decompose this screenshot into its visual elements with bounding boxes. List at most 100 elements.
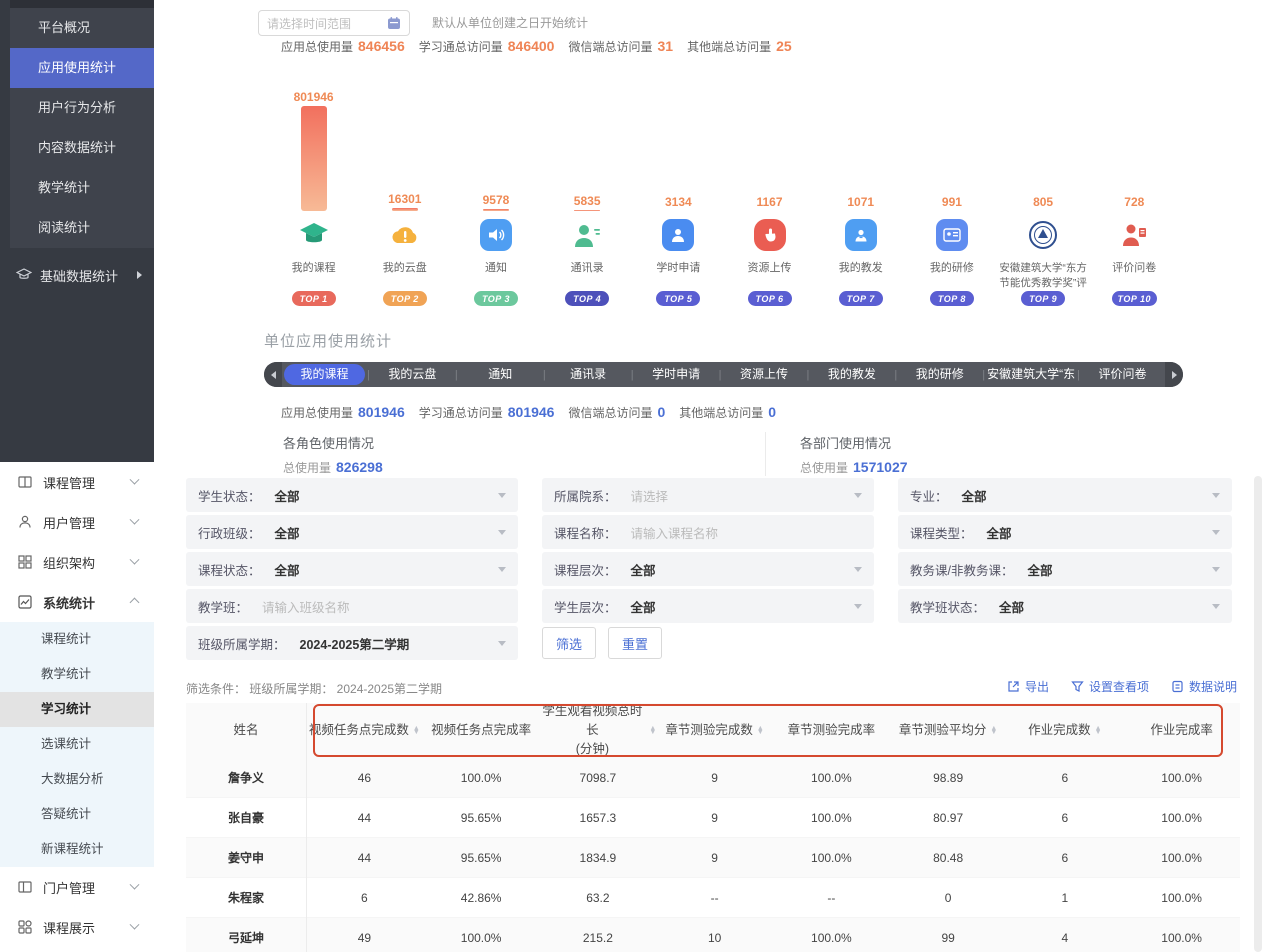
sidebar-item-label: 课程展示 — [43, 918, 95, 937]
table-cell: 6 — [1007, 771, 1124, 785]
sidebar-subitem-teaching-stats[interactable]: 教学统计 — [0, 657, 154, 692]
tab-scroll-left-button[interactable] — [264, 362, 282, 387]
tab-my-cloud[interactable]: 我的云盘 — [372, 364, 453, 385]
sidebar-clipped-item — [10, 0, 154, 8]
section-title-unit-app-usage: 单位应用使用统计 — [264, 330, 392, 351]
student-status-select[interactable]: 学生状态：全部 — [186, 478, 518, 512]
teaching-class-input[interactable]: 教学班：请输入班级名称 — [186, 589, 518, 623]
sidebar-item-content-data[interactable]: 内容数据统计 — [10, 128, 154, 168]
sidebar-item-org-structure[interactable]: 组织架构 — [0, 542, 154, 582]
export-icon — [1007, 680, 1020, 693]
speaker-icon — [480, 219, 512, 251]
tab-notifications[interactable]: 通知 — [460, 364, 541, 385]
semester-select[interactable]: 班级所属学期：2024-2025第二学期 — [186, 626, 518, 660]
overall-usage-stats: 应用总使用量846456 学习通总访问量846400 微信端总访问量31 其他端… — [281, 36, 806, 56]
tab-teacher-dev[interactable]: 我的教发 — [811, 364, 892, 385]
col-chapter-quiz-avg[interactable]: 章节测验平均分▲▼ — [890, 721, 1007, 740]
chevron-up-icon — [130, 597, 140, 607]
app-label: 通讯录 — [571, 261, 604, 291]
table-cell: 215.2 — [540, 931, 657, 945]
table-cell: 1834.9 — [540, 851, 657, 865]
sidebar-subitem-new-course-stats[interactable]: 新课程统计 — [0, 832, 154, 867]
page-scrollbar-thumb[interactable] — [1254, 476, 1262, 952]
tab-university-award[interactable]: 安徽建筑大学“东 — [987, 364, 1075, 385]
bar-value: 5835 — [574, 194, 601, 208]
cell-name: 姜守申 — [186, 849, 306, 866]
admin-class-select[interactable]: 行政班级：全部 — [186, 515, 518, 549]
sidebar-item-base-data-stats[interactable]: 基础数据统计 — [0, 255, 154, 295]
chevron-down-icon — [1212, 493, 1220, 498]
filter-button[interactable]: 筛选 — [542, 627, 596, 659]
arrow-left-icon — [271, 371, 276, 379]
sort-icon[interactable]: ▲▼ — [757, 727, 764, 735]
top-badge: TOP 9 — [1021, 291, 1065, 306]
academic-course-select[interactable]: 教务课/非教务课：全部 — [898, 552, 1232, 586]
data-description-button[interactable]: 数据说明 — [1171, 678, 1237, 695]
sidebar-item-teaching-stats[interactable]: 教学统计 — [10, 168, 154, 208]
chart-column: 1071 我的教发 TOP 7 — [815, 90, 906, 306]
col-homework-rate: 作业完成率 — [1123, 721, 1240, 740]
sort-icon[interactable]: ▲▼ — [1095, 727, 1102, 735]
chevron-down-icon — [130, 919, 140, 929]
tab-scroll-right-button[interactable] — [1165, 362, 1183, 387]
col-video-tasks-done[interactable]: 视频任务点完成数▲▼ — [306, 721, 423, 740]
col-name: 姓名 — [186, 721, 306, 740]
sidebar-item-reading-stats[interactable]: 阅读统计 — [10, 208, 154, 248]
course-level-select[interactable]: 课程层次：全部 — [542, 552, 874, 586]
major-select[interactable]: 专业：全部 — [898, 478, 1232, 512]
sidebar-subitem-big-data-analysis[interactable]: 大数据分析 — [0, 762, 154, 797]
sort-icon[interactable]: ▲▼ — [649, 727, 656, 735]
sidebar-bottom-section: 课程管理 用户管理 组织架构 系统统计 课程统计 教学统计 学习统 — [0, 462, 154, 952]
export-button[interactable]: 导出 — [1007, 678, 1049, 695]
reset-button[interactable]: 重置 — [608, 627, 662, 659]
date-range-picker[interactable]: 请选择时间范围 — [258, 10, 410, 36]
sidebar-subitem-learning-stats[interactable]: 学习统计 — [0, 692, 154, 727]
sidebar-item-app-usage-stats[interactable]: 应用使用统计 — [10, 48, 154, 88]
course-name-input[interactable]: 课程名称：请输入课程名称 — [542, 515, 874, 549]
table-cell: 9 — [656, 771, 773, 785]
sidebar-item-platform-overview[interactable]: 平台概况 — [10, 8, 154, 48]
chart-column: 9578 通知 TOP 3 — [450, 90, 541, 306]
sidebar-item-course-display[interactable]: 课程展示 — [0, 907, 154, 947]
chevron-down-icon — [1212, 567, 1220, 572]
tab-resource-upload[interactable]: 资源上传 — [723, 364, 804, 385]
sidebar-item-course-management[interactable]: 课程管理 — [0, 462, 154, 502]
sidebar: 平台概况 应用使用统计 用户行为分析 内容数据统计 教学统计 阅读统计 基础数据… — [0, 0, 154, 952]
field-label: 学生层次： — [554, 597, 617, 616]
sidebar-item-label: 组织架构 — [43, 553, 95, 572]
teaching-class-status-select[interactable]: 教学班状态：全部 — [898, 589, 1232, 623]
tab-evaluation-survey[interactable]: 评价问卷 — [1082, 364, 1163, 385]
chart-column: 1167 资源上传 TOP 6 — [724, 90, 815, 306]
col-video-watch-minutes[interactable]: 学生观看视频总时长(分钟)▲▼ — [540, 702, 657, 758]
calendar-icon — [387, 16, 401, 30]
sidebar-item-user-management[interactable]: 用户管理 — [0, 502, 154, 542]
view-settings-button[interactable]: 设置查看项 — [1071, 678, 1149, 695]
stat-label: 其他端总访问量 — [679, 404, 763, 421]
sidebar-item-label: 基础数据统计 — [40, 266, 118, 285]
sidebar-subitem-course-stats[interactable]: 课程统计 — [0, 622, 154, 657]
col-chapter-quiz-done[interactable]: 章节测验完成数▲▼ — [656, 721, 773, 740]
student-level-select[interactable]: 学生层次：全部 — [542, 589, 874, 623]
sidebar-item-user-behavior[interactable]: 用户行为分析 — [10, 88, 154, 128]
sort-icon[interactable]: ▲▼ — [990, 727, 997, 735]
stat-value: 846456 — [358, 38, 405, 54]
sidebar-item-portal-management[interactable]: 门户管理 — [0, 867, 154, 907]
contacts-icon — [572, 221, 602, 249]
course-type-select[interactable]: 课程类型：全部 — [898, 515, 1232, 549]
app-label: 我的云盘 — [383, 261, 427, 291]
department-select[interactable]: 所属院系：请选择 — [542, 478, 874, 512]
sort-icon[interactable]: ▲▼ — [413, 727, 420, 735]
sidebar-subitem-course-selection-stats[interactable]: 选课统计 — [0, 727, 154, 762]
sidebar-item-system-stats[interactable]: 系统统计 — [0, 582, 154, 622]
tab-my-courses[interactable]: 我的课程 — [284, 364, 365, 385]
chevron-down-icon — [498, 641, 506, 646]
tab-my-training[interactable]: 我的研修 — [899, 364, 980, 385]
sidebar-subitem-qa-stats[interactable]: 答疑统计 — [0, 797, 154, 832]
course-status-select[interactable]: 课程状态：全部 — [186, 552, 518, 586]
field-value: 全部 — [275, 560, 300, 579]
tab-contacts[interactable]: 通讯录 — [548, 364, 629, 385]
tab-credit-hours[interactable]: 学时申请 — [636, 364, 717, 385]
panel-title: 各角色使用情况 — [283, 433, 383, 452]
bar-value: 3134 — [665, 195, 692, 209]
col-homework-done[interactable]: 作业完成数▲▼ — [1007, 721, 1124, 740]
